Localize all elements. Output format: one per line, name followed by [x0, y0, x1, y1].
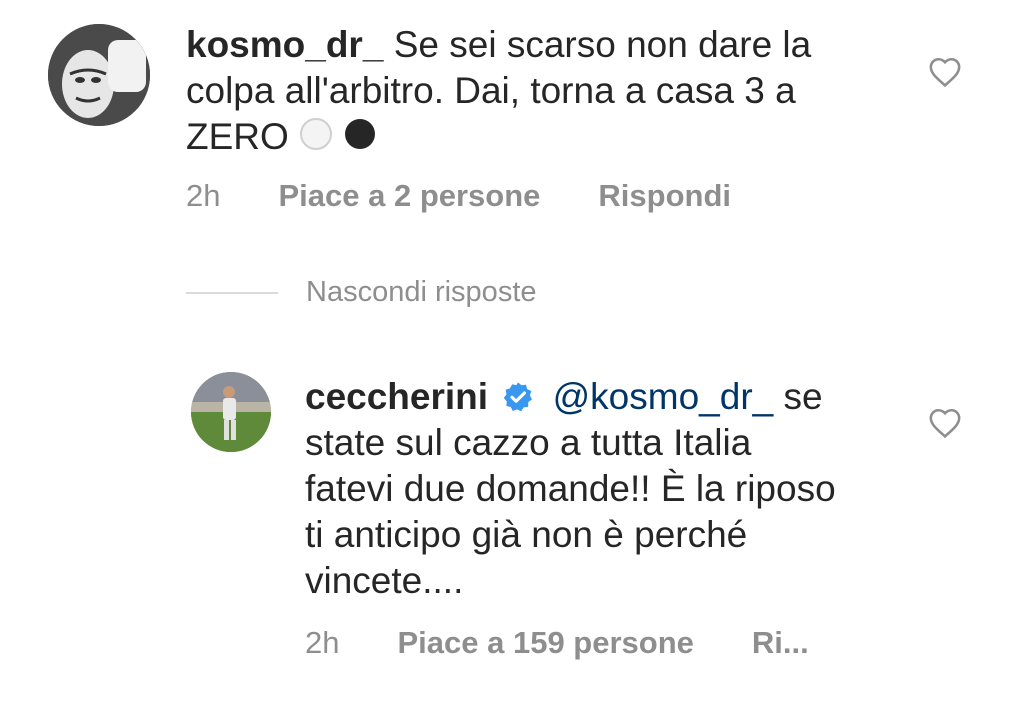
heart-icon[interactable] — [928, 56, 962, 88]
comment-likes-link[interactable]: Piace a 2 persone — [278, 178, 540, 214]
reply-meta: 2h Piace a 159 persone Ri... — [305, 625, 809, 661]
reply-text-line-5: vincete.... — [305, 560, 464, 601]
hide-replies-label[interactable]: Nascondi risposte — [306, 276, 537, 309]
comment-reply-button[interactable]: Rispondi — [598, 178, 731, 214]
hide-replies-toggle[interactable]: Nascondi risposte — [186, 276, 537, 309]
black-circle-emoji — [343, 116, 377, 162]
reply-text-line-3: fatevi due domande!! È la riposo — [305, 468, 836, 509]
comment-time: 2h — [186, 178, 221, 213]
comment-text-line-1: Se sei scarso non dare la — [393, 24, 812, 65]
verified-badge-icon — [502, 378, 534, 412]
comment-text-line-2: colpa all'arbitro. Dai, torna a casa 3 a — [186, 70, 796, 111]
reply-likes-link[interactable]: Piace a 159 persone — [397, 625, 693, 661]
toggle-divider — [186, 291, 278, 294]
reply-mention-link[interactable]: @kosmo_dr_ — [553, 376, 774, 417]
white-circle-emoji — [299, 116, 333, 162]
reply-text-line-1: se — [783, 376, 823, 417]
comment-text-line-3: ZERO — [186, 116, 289, 157]
comment-meta: 2h Piace a 2 persone Rispondi — [186, 178, 731, 214]
reply-text-line-4: ti anticipo già non è perché — [305, 514, 748, 555]
reply-username[interactable]: ceccherini — [305, 376, 488, 417]
reply-body: ceccherini @kosmo_dr_ se state sul cazzo… — [305, 374, 895, 604]
avatar-ceccherini[interactable] — [191, 372, 271, 452]
reply-reply-button[interactable]: Ri... — [752, 625, 809, 661]
heart-icon[interactable] — [928, 407, 962, 439]
comment-body: kosmo_dr_ Se sei scarso non dare la colp… — [186, 22, 886, 162]
reply-text-line-2: state sul cazzo a tutta Italia — [305, 422, 752, 463]
comment-username[interactable]: kosmo_dr_ — [186, 24, 383, 65]
avatar-kosmo[interactable] — [48, 24, 150, 126]
reply-time: 2h — [305, 625, 340, 660]
